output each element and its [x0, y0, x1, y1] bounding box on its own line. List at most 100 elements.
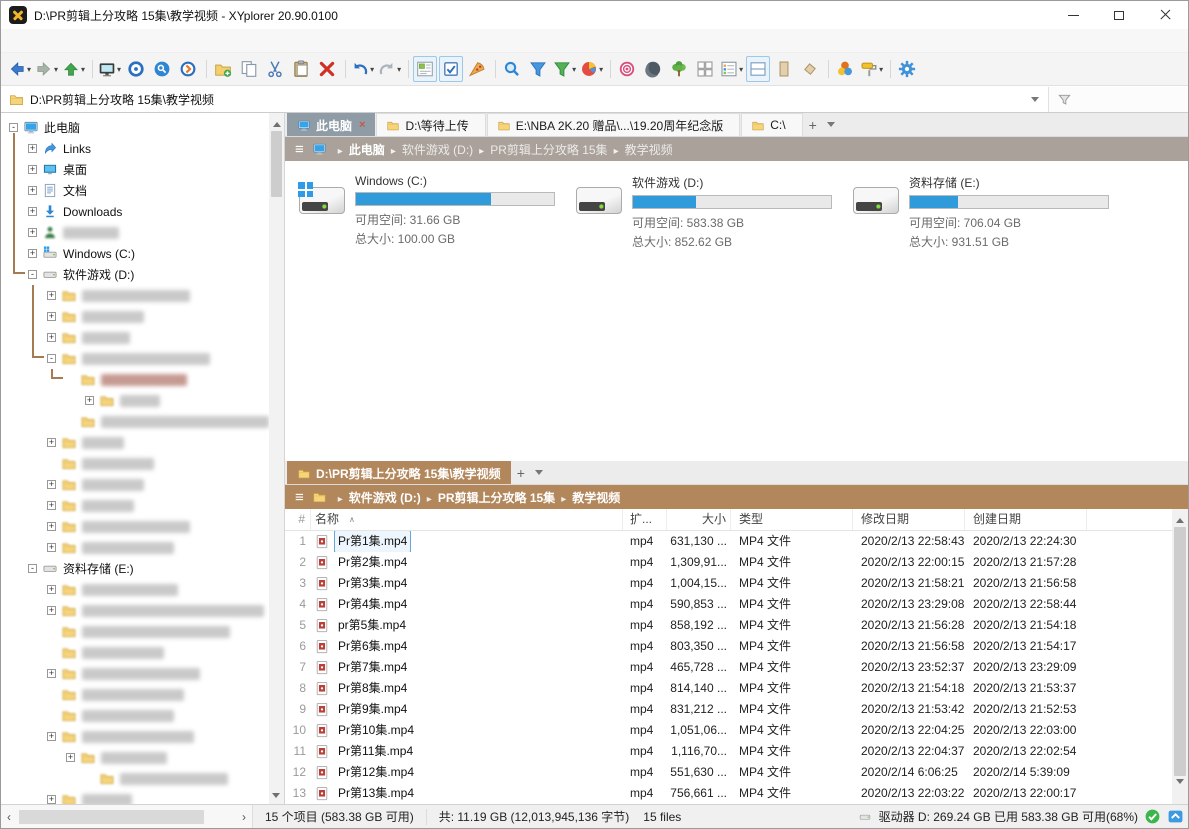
tab-list-dropdown[interactable]	[827, 122, 835, 131]
breadcrumb-item[interactable]: PR剪辑上分攻略 15集	[490, 143, 607, 157]
col-modified-header[interactable]: 修改日期	[853, 509, 965, 530]
toolbar-button-configuration[interactable]: ▾	[895, 56, 919, 82]
toolbar-button-find[interactable]: ▾	[150, 56, 174, 82]
visual-filter-box[interactable]	[1048, 87, 1188, 112]
tree-item[interactable]: +	[1, 306, 269, 327]
file-row-pr第5集.mp4[interactable]: 5 pr第5集.mp4 mp4 858,192 ... MP4 文件 2020/…	[285, 615, 1172, 636]
tree-item[interactable]: +	[1, 495, 269, 516]
tree-item[interactable]: +	[1, 222, 269, 243]
tree-expander[interactable]: +	[47, 522, 56, 531]
tree-item[interactable]: + Downloads	[1, 201, 269, 222]
toolbar-button-visual-filter[interactable]: ▾	[526, 56, 550, 82]
file-row-Pr第11集.mp4[interactable]: 11 Pr第11集.mp4 mp4 1,116,70... MP4 文件 202…	[285, 741, 1172, 762]
breadcrumb-item[interactable]: 软件游戏 (D:)	[349, 491, 421, 505]
drive-entry-软件游戏 (D:)[interactable]: 软件游戏 (D:) 可用空间: 583.38 GB 总大小: 852.62 GB	[576, 173, 853, 461]
toolbar-button-toggle-tree[interactable]: ▾	[413, 56, 437, 82]
tree-item[interactable]: +	[1, 474, 269, 495]
menu-item[interactable]	[23, 29, 41, 53]
tree-expander[interactable]: -	[28, 564, 37, 573]
toolbar-button-redo[interactable]: ▾	[377, 56, 402, 82]
tree-expander[interactable]: +	[47, 543, 56, 552]
toolbar-button-checkbox-selection[interactable]: ▾	[439, 56, 463, 82]
tree-item[interactable]: +	[1, 537, 269, 558]
collapse-statusbar-button[interactable]	[1167, 808, 1184, 825]
file-row-Pr第10集.mp4[interactable]: 10 Pr第10集.mp4 mp4 1,051,06... MP4 文件 202…	[285, 720, 1172, 741]
tree-item[interactable]: +	[1, 390, 269, 411]
tree-item[interactable]	[1, 705, 269, 726]
file-row-Pr第12集.mp4[interactable]: 12 Pr第12集.mp4 mp4 551,630 ... MP4 文件 202…	[285, 762, 1172, 783]
scroll-up-arrow[interactable]	[273, 118, 281, 127]
menu-item[interactable]	[95, 29, 113, 53]
tree-expander[interactable]: +	[28, 144, 37, 153]
tree-item[interactable]	[1, 684, 269, 705]
menu-item[interactable]	[77, 29, 95, 53]
file-row-Pr第4集.mp4[interactable]: 4 Pr第4集.mp4 mp4 590,853 ... MP4 文件 2020/…	[285, 594, 1172, 615]
file-row-Pr第7集.mp4[interactable]: 7 Pr第7集.mp4 mp4 465,728 ... MP4 文件 2020/…	[285, 657, 1172, 678]
col-ext-header[interactable]: 扩...	[623, 509, 667, 530]
menu-item[interactable]	[167, 29, 185, 53]
tree-item[interactable]: + Windows (C:)	[1, 243, 269, 264]
scrollbar-thumb[interactable]	[1174, 527, 1186, 776]
minimize-button[interactable]	[1050, 1, 1096, 29]
tree-item[interactable]: +	[1, 432, 269, 453]
col-name-header[interactable]: 名称∧	[311, 509, 623, 530]
col-num-header[interactable]: #	[285, 509, 311, 530]
tree-item[interactable]: + 桌面	[1, 159, 269, 180]
tab[interactable]: C:\	[741, 113, 802, 136]
file-row-Pr第3集.mp4[interactable]: 3 Pr第3集.mp4 mp4 1,004,15... MP4 文件 2020/…	[285, 573, 1172, 594]
tree-item[interactable]: +	[1, 327, 269, 348]
tree-item[interactable]	[1, 453, 269, 474]
file-list-scrollbar[interactable]	[1172, 509, 1188, 806]
col-type-header[interactable]: 类型	[731, 509, 853, 530]
scrollbar-thumb[interactable]	[19, 810, 204, 824]
menu-item[interactable]	[41, 29, 59, 53]
menu-item[interactable]	[5, 29, 23, 53]
file-row-Pr第2集.mp4[interactable]: 2 Pr第2集.mp4 mp4 1,309,91... MP4 文件 2020/…	[285, 552, 1172, 573]
tree-item[interactable]: - 此电脑	[1, 117, 269, 138]
toolbar-button-tiles-view[interactable]: ▾	[693, 56, 717, 82]
toolbar-button-float-preview[interactable]: ▾	[798, 56, 822, 82]
toolbar-button-delete[interactable]: ▾	[315, 56, 339, 82]
tree-item[interactable]	[1, 621, 269, 642]
tree-expander[interactable]: +	[47, 795, 56, 804]
tree-expander[interactable]: +	[47, 732, 56, 741]
tree-item[interactable]	[1, 768, 269, 789]
tree-item[interactable]: +	[1, 747, 269, 768]
file-row-Pr第13集.mp4[interactable]: 13 Pr第13集.mp4 mp4 756,661 ... MP4 文件 202…	[285, 783, 1172, 804]
tree-expander[interactable]: +	[28, 165, 37, 174]
tree-item[interactable]: +	[1, 579, 269, 600]
drive-entry-Windows (C:)[interactable]: Windows (C:) 可用空间: 31.66 GB 总大小: 100.00 …	[299, 173, 576, 461]
tree-expander[interactable]: +	[28, 228, 37, 237]
scroll-left-arrow[interactable]: ‹	[1, 810, 17, 824]
toolbar-button-horizontal-panes[interactable]: ▾	[746, 56, 770, 82]
tree-item[interactable]: +	[1, 600, 269, 621]
toolbar-button-ghost-filter[interactable]: ▾	[465, 56, 489, 82]
tree-item[interactable]	[1, 369, 269, 390]
breadcrumb-item[interactable]: PR剪辑上分攻略 15集	[438, 491, 555, 505]
toolbar-button-power-filter[interactable]: ▾	[552, 56, 577, 82]
tree-expander[interactable]: -	[9, 123, 18, 132]
tree-item[interactable]	[1, 411, 269, 432]
tree-expander[interactable]: +	[47, 585, 56, 594]
tab[interactable]: D:\等待上传	[376, 113, 485, 136]
file-row-Pr第6集.mp4[interactable]: 6 Pr第6集.mp4 mp4 803,350 ... MP4 文件 2020/…	[285, 636, 1172, 657]
address-path-input[interactable]: D:\PR剪辑上分攻略 15集\教学视频	[30, 91, 1022, 108]
tree-expander[interactable]: -	[28, 270, 37, 279]
tree-expander[interactable]: +	[47, 669, 56, 678]
tree-vertical-scrollbar[interactable]	[269, 113, 284, 806]
col-created-header[interactable]: 创建日期	[965, 509, 1087, 530]
tab-list-dropdown[interactable]	[535, 470, 543, 479]
toolbar-button-hotlist[interactable]: ▾	[124, 56, 148, 82]
toolbar-button-reports[interactable]: ▾	[579, 56, 604, 82]
tree-item[interactable]: +	[1, 516, 269, 537]
tab[interactable]: 此电脑 ×	[287, 113, 375, 136]
toolbar-button-details-view[interactable]: ▾	[719, 56, 744, 82]
tree-expander[interactable]: +	[47, 312, 56, 321]
toolbar-button-styles[interactable]: ▾	[859, 56, 884, 82]
tree-item[interactable]: + Links	[1, 138, 269, 159]
toolbar-button-continue[interactable]: ▾	[176, 56, 200, 82]
tree-horizontal-scrollbar[interactable]: ‹ ›	[1, 805, 253, 828]
new-tab-button[interactable]: +	[517, 465, 525, 481]
file-row-Pr第1集.mp4[interactable]: 1 Pr第1集.mp4 mp4 631,130 ... MP4 文件 2020/…	[285, 531, 1172, 552]
toolbar-button-undo[interactable]: ▾	[350, 56, 375, 82]
